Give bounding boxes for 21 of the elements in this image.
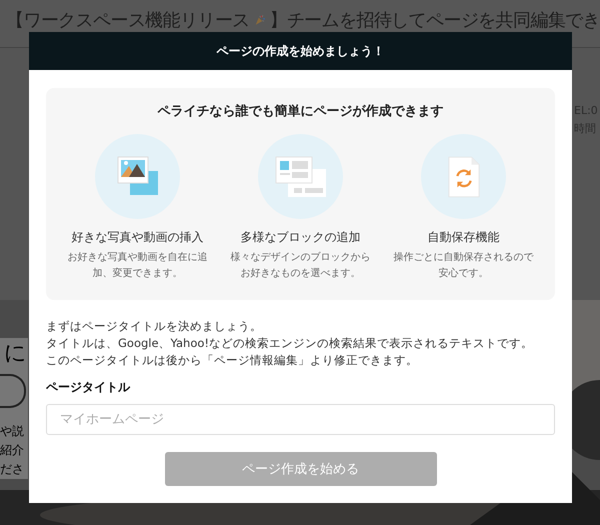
text-fragment: ださ	[0, 461, 25, 478]
field-label: ページタイトル	[46, 379, 132, 396]
document-sync-icon	[446, 154, 480, 198]
page-title-field[interactable]: マイホームページ	[46, 404, 555, 435]
page-title: 【ワークスペース機能リリース	[6, 9, 250, 32]
feature-description: 様々なデザインのブロックからお好きなものを選べます。	[230, 250, 370, 281]
modal-title: ページの作成を始めましょう！	[216, 42, 384, 60]
feature-title: 多様なブロックの追加	[240, 229, 360, 246]
instruction-text: まずはページタイトルを決めましょう。	[46, 318, 263, 335]
instruction-text: タイトルは、Google、Yahoo!などの検索エンジンの検索結果で表示されるテキストです。	[46, 335, 534, 352]
intro-heading: ペライチなら誰でも簡単にページが作成できます	[156, 103, 444, 120]
feature-title: 好きな写真や動画の挿入	[72, 229, 204, 246]
feature-description: お好きな写真や動画を自在に追加、変更できます。	[68, 250, 208, 281]
text-fragment: や説	[0, 423, 25, 440]
page-title: 】チームを招待してページを共同編集でき	[269, 9, 600, 32]
layout-blocks-icon	[274, 154, 328, 198]
feature-title: 自動保存機能	[428, 229, 500, 246]
feature-description: 操作ごとに自動保存されるので安心です。	[394, 251, 534, 281]
instruction-text: このページタイトルは後から「ページ情報編集」より修正できます。	[46, 352, 419, 369]
text-fragment: 紹介	[0, 442, 25, 459]
heading-fragment: に	[4, 340, 28, 368]
